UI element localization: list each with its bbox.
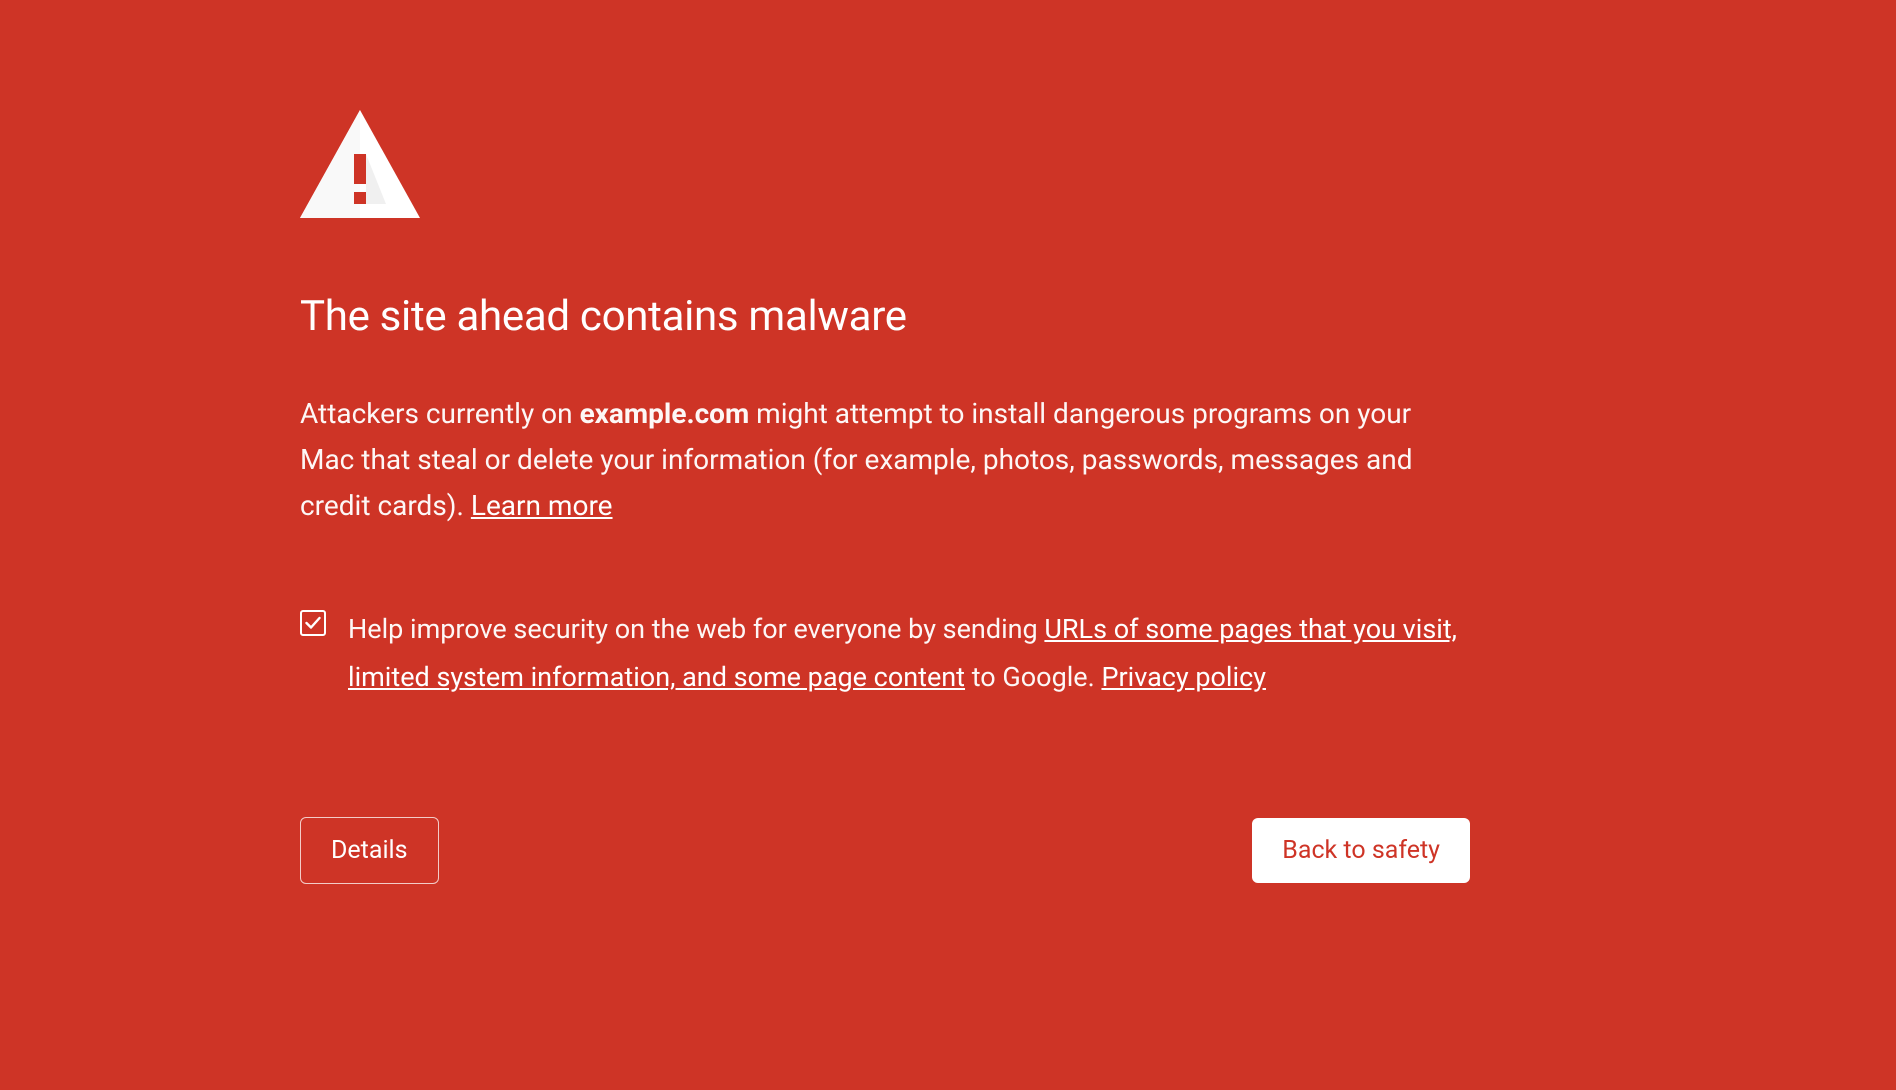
malicious-domain: example.com [580, 397, 750, 430]
warning-description: Attackers currently on example.com might… [300, 391, 1470, 530]
warning-triangle-icon [300, 110, 1470, 222]
learn-more-link[interactable]: Learn more [471, 489, 613, 522]
privacy-policy-link[interactable]: Privacy policy [1101, 661, 1266, 693]
opt-in-checkbox[interactable] [300, 610, 326, 636]
back-to-safety-button[interactable]: Back to safety [1252, 818, 1470, 883]
interstitial-container: The site ahead contains malware Attacker… [300, 110, 1470, 884]
details-button[interactable]: Details [300, 817, 439, 884]
checkmark-icon [305, 616, 321, 630]
opt-in-prefix: Help improve security on the web for eve… [348, 613, 1044, 645]
button-row: Details Back to safety [300, 817, 1470, 884]
description-prefix: Attackers currently on [300, 397, 580, 430]
page-title: The site ahead contains malware [300, 292, 1470, 341]
opt-in-label: Help improve security on the web for eve… [348, 605, 1470, 702]
opt-in-mid: to Google. [965, 661, 1101, 693]
opt-in-row: Help improve security on the web for eve… [300, 605, 1470, 702]
